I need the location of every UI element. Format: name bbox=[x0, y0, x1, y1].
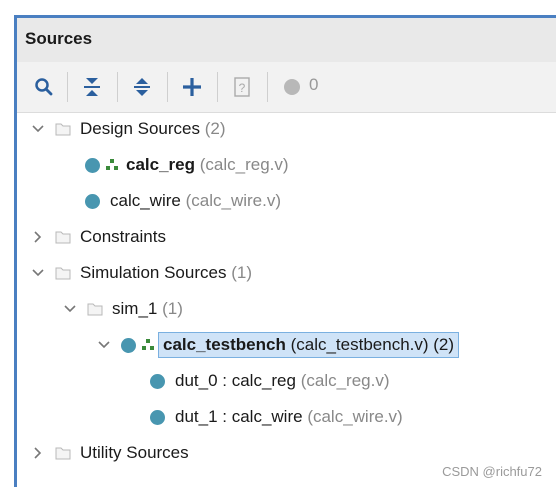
expand-all-icon bbox=[134, 78, 150, 96]
folder-icon bbox=[55, 123, 71, 136]
toolbar-divider bbox=[117, 72, 118, 102]
tree-node-calc-reg[interactable]: calc_reg (calc_reg.v) bbox=[85, 151, 289, 179]
panel-titlebar: Sources bbox=[17, 18, 556, 62]
collapse-all-button[interactable] bbox=[77, 72, 107, 102]
tree-node-calc-wire[interactable]: calc_wire (calc_wire.v) bbox=[85, 187, 281, 215]
toolbar-divider bbox=[267, 72, 268, 102]
properties-button[interactable]: ? bbox=[227, 72, 257, 102]
hierarchy-top-icon bbox=[106, 159, 118, 170]
tree-node-label: Simulation Sources bbox=[80, 263, 227, 282]
watermark: CSDN @richfu72 bbox=[442, 464, 542, 479]
panel-title: Sources bbox=[25, 29, 93, 48]
document-question-icon: ? bbox=[234, 77, 250, 97]
toolbar-divider bbox=[67, 72, 68, 102]
tree-node-file: (calc_reg.v) bbox=[199, 155, 289, 174]
tree-node-count: (2) bbox=[204, 119, 226, 138]
search-icon bbox=[35, 78, 53, 96]
add-sources-button[interactable] bbox=[177, 72, 207, 102]
search-button[interactable] bbox=[29, 72, 59, 102]
tree-node-file: (calc_reg.v) bbox=[300, 371, 390, 390]
folder-icon bbox=[55, 447, 71, 460]
expand-all-button[interactable] bbox=[127, 72, 157, 102]
chevron-right-icon[interactable] bbox=[31, 230, 45, 244]
tree-node-calc-testbench[interactable]: calc_testbench (calc_testbench.v) (2) bbox=[97, 331, 460, 359]
folder-icon bbox=[87, 303, 103, 316]
status-indicator-button[interactable] bbox=[277, 72, 307, 102]
tree-node-label: Utility Sources bbox=[80, 443, 189, 462]
tree-node-label: calc_reg bbox=[126, 155, 195, 174]
tree-node-count: (1) bbox=[231, 263, 252, 282]
tree-node-sim-1[interactable]: sim_1 (1) bbox=[63, 295, 183, 323]
status-count: 0 bbox=[309, 75, 319, 94]
svg-text:?: ? bbox=[239, 81, 246, 95]
chevron-down-icon[interactable] bbox=[31, 266, 45, 280]
tree-node-label: Constraints bbox=[80, 227, 166, 246]
sources-tree: Design Sources (2) calc_reg (calc_reg.v)… bbox=[17, 113, 556, 487]
toolbar-divider bbox=[167, 72, 168, 102]
tree-node-file: (calc_wire.v) bbox=[185, 191, 281, 210]
tree-node-constraints[interactable]: Constraints bbox=[31, 223, 166, 251]
module-dot-icon bbox=[85, 157, 100, 173]
chevron-down-icon[interactable] bbox=[31, 122, 45, 136]
tree-node-dut-1[interactable]: dut_1 : calc_wire (calc_wire.v) bbox=[150, 403, 403, 431]
sources-panel: Sources ? 0 Design Sources (2) calc_reg … bbox=[14, 15, 556, 487]
tree-node-label: calc_wire bbox=[110, 191, 181, 210]
selected-node-highlight[interactable]: calc_testbench (calc_testbench.v) (2) bbox=[158, 332, 460, 358]
collapse-all-icon bbox=[84, 78, 100, 96]
tree-node-file: (calc_testbench.v) (2) bbox=[290, 335, 455, 354]
tree-node-label: sim_1 bbox=[112, 299, 158, 318]
module-dot-icon bbox=[85, 193, 100, 209]
hierarchy-top-icon bbox=[142, 339, 154, 350]
module-dot-icon bbox=[150, 409, 165, 425]
tree-node-simulation-sources[interactable]: Simulation Sources (1) bbox=[31, 259, 252, 287]
plus-icon bbox=[183, 78, 201, 96]
tree-node-utility-sources[interactable]: Utility Sources bbox=[31, 439, 189, 467]
toolbar: ? 0 bbox=[17, 62, 556, 113]
status-circle-icon bbox=[284, 79, 300, 95]
tree-node-design-sources[interactable]: Design Sources (2) bbox=[31, 115, 226, 143]
module-dot-icon bbox=[150, 373, 165, 389]
tree-node-label: calc_testbench bbox=[163, 335, 286, 354]
tree-node-file: (calc_wire.v) bbox=[307, 407, 403, 426]
tree-node-label: dut_1 : calc_wire bbox=[175, 407, 303, 426]
chevron-down-icon[interactable] bbox=[97, 338, 111, 352]
tree-node-count: (1) bbox=[162, 299, 183, 318]
folder-icon bbox=[55, 267, 71, 280]
tree-node-label: Design Sources bbox=[80, 119, 201, 138]
folder-icon bbox=[55, 231, 71, 244]
module-dot-icon bbox=[121, 337, 136, 353]
tree-node-label: dut_0 : calc_reg bbox=[175, 371, 296, 390]
chevron-right-icon[interactable] bbox=[31, 446, 45, 460]
chevron-down-icon[interactable] bbox=[63, 302, 77, 316]
tree-node-dut-0[interactable]: dut_0 : calc_reg (calc_reg.v) bbox=[150, 367, 390, 395]
toolbar-divider bbox=[217, 72, 218, 102]
